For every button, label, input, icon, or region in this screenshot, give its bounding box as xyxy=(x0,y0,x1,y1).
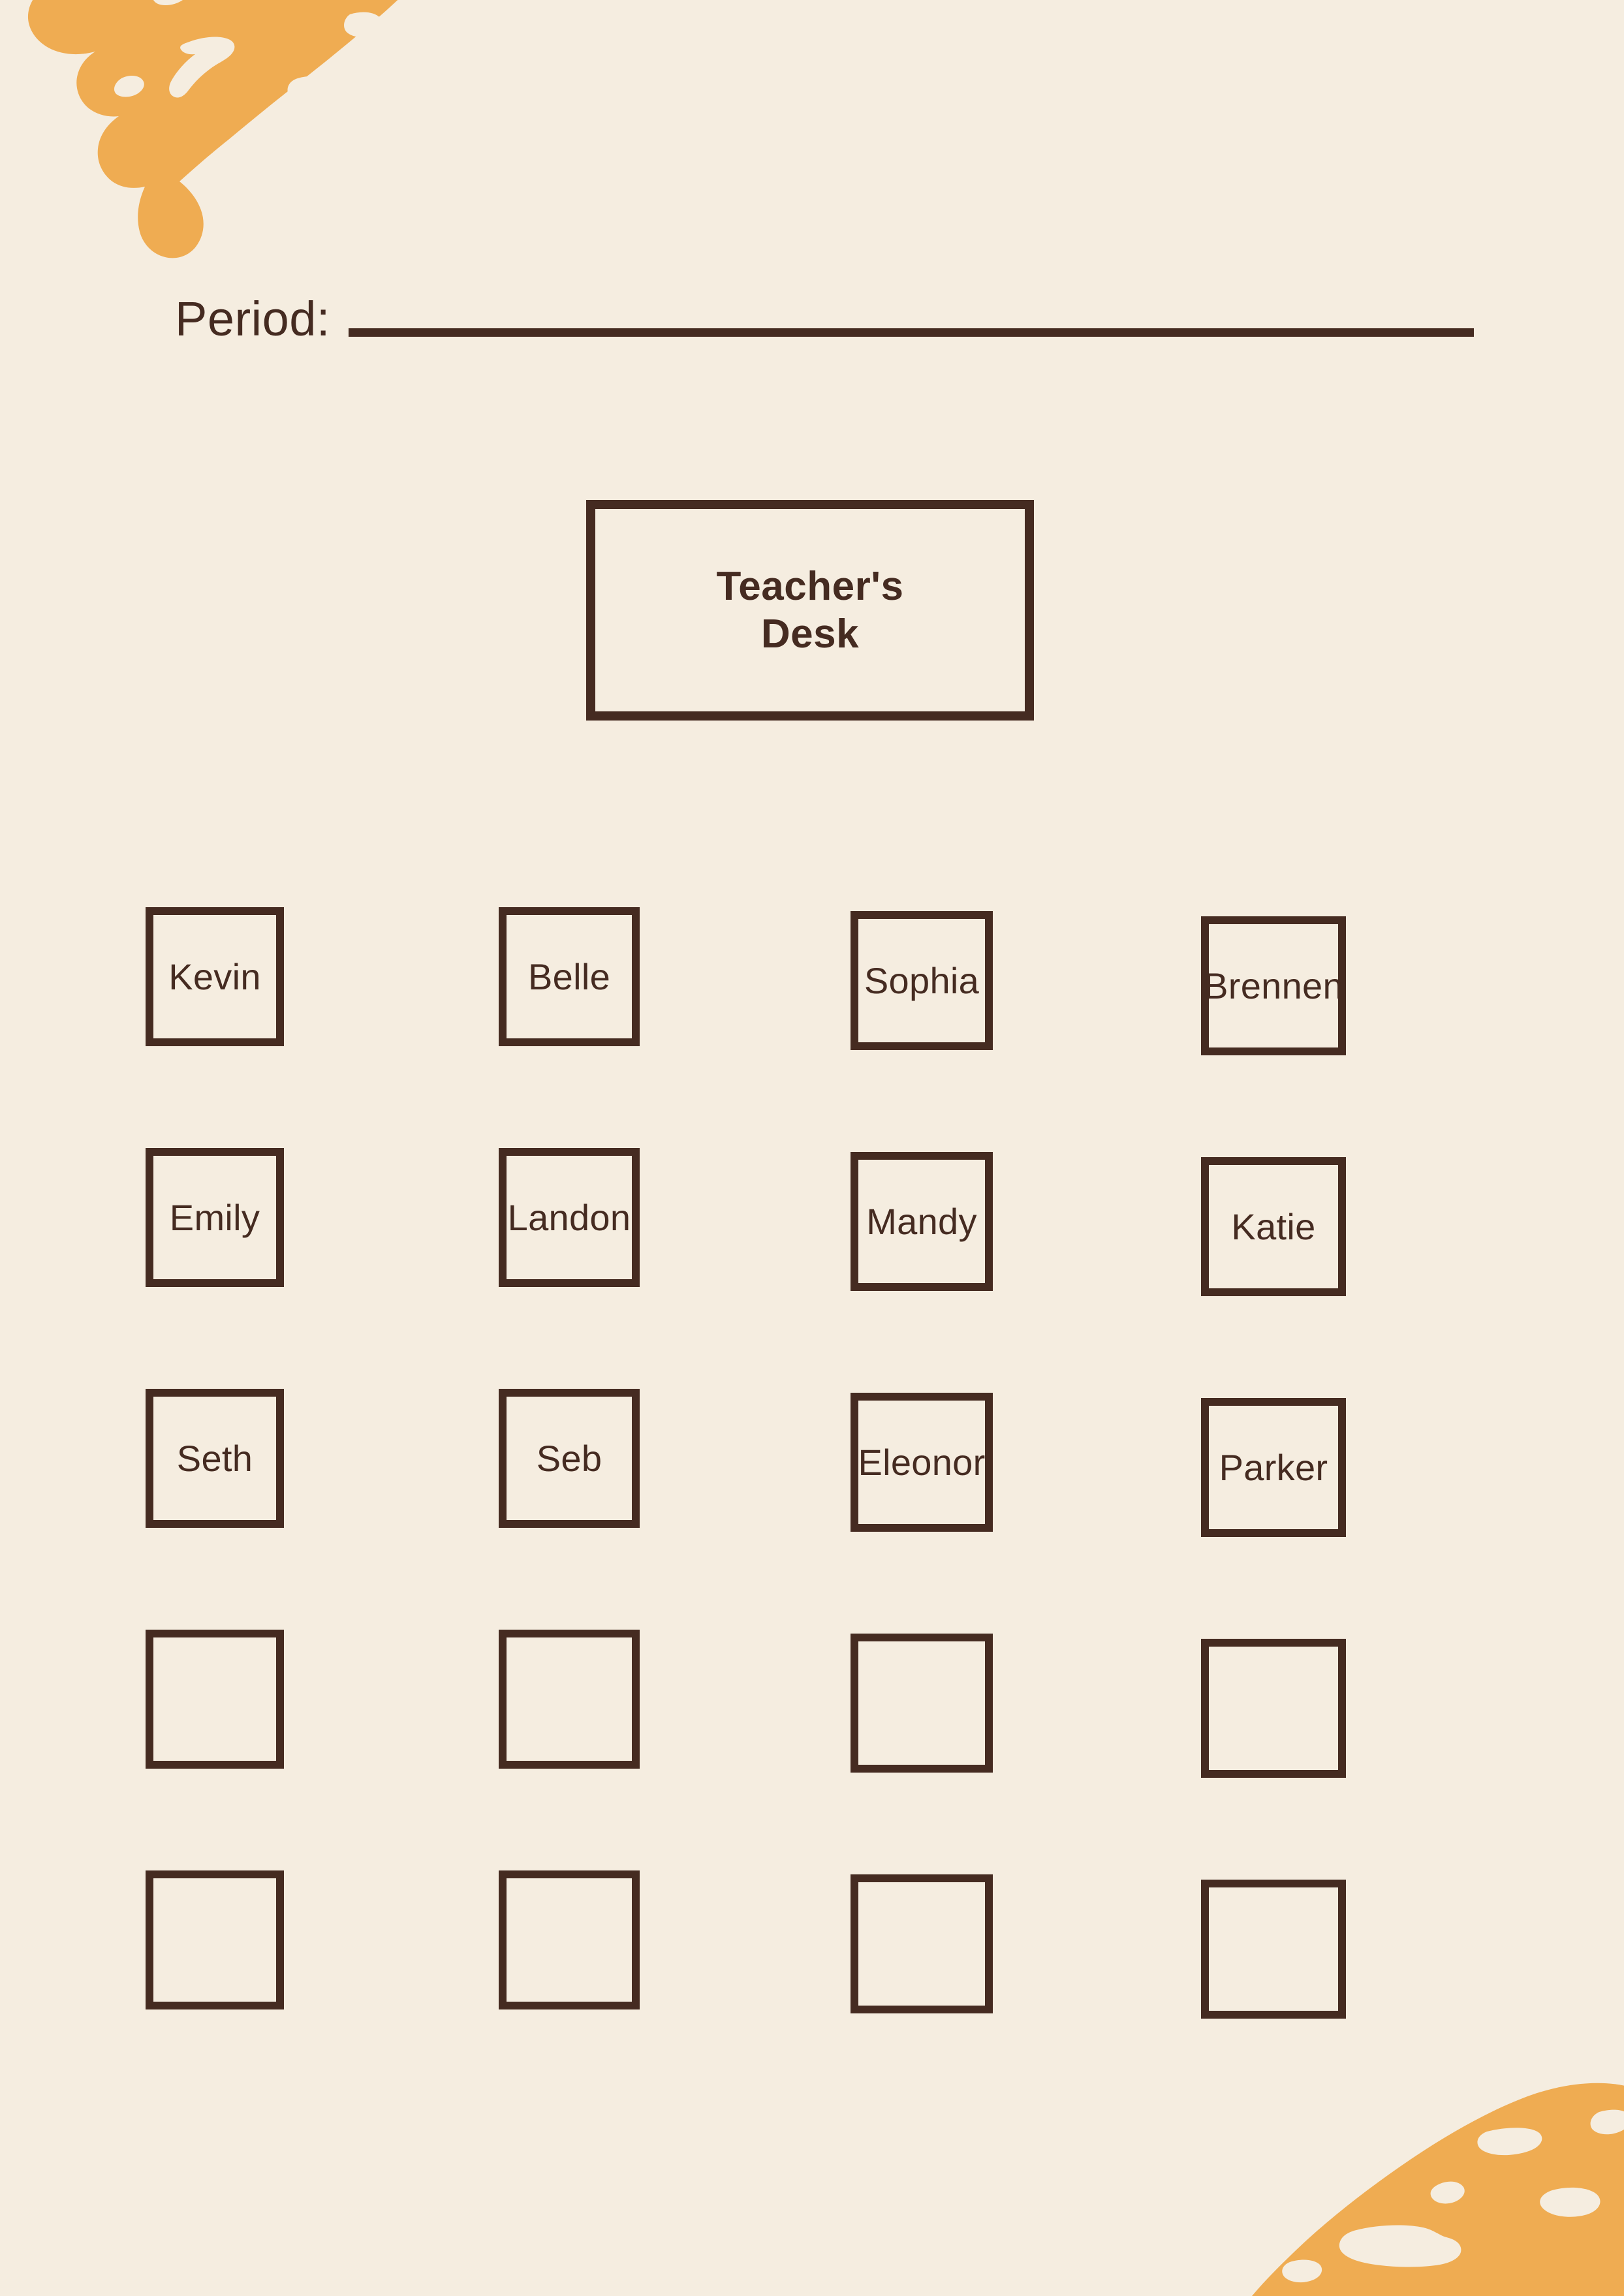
student-desk-label: Mandy xyxy=(866,1200,977,1242)
student-desk-sophia[interactable]: Sophia xyxy=(851,911,993,1050)
student-desk-label: Belle xyxy=(527,955,611,997)
student-desk-kevin[interactable]: Kevin xyxy=(146,907,284,1046)
student-desk-empty[interactable] xyxy=(499,1630,640,1769)
student-desk-katie[interactable]: Katie xyxy=(1201,1157,1346,1296)
student-desk-label: Seth xyxy=(176,1437,253,1479)
student-desk-label: Seb xyxy=(536,1437,602,1479)
student-desk-empty[interactable] xyxy=(851,1634,993,1773)
student-desk-seth[interactable]: Seth xyxy=(146,1389,284,1528)
student-desk-label: Parker xyxy=(1219,1446,1328,1488)
student-desk-landon[interactable]: Landon xyxy=(499,1148,640,1287)
student-desk-empty[interactable] xyxy=(499,1870,640,2009)
student-desk-label: Sophia xyxy=(864,959,980,1001)
student-desk-parker[interactable]: Parker xyxy=(1201,1398,1346,1537)
student-desk-seb[interactable]: Seb xyxy=(499,1389,640,1528)
student-desk-emily[interactable]: Emily xyxy=(146,1148,284,1287)
student-desk-mandy[interactable]: Mandy xyxy=(851,1152,993,1291)
student-desk-grid: Kevin Belle Sophia Brennen Emily Landon Mandy K… xyxy=(0,0,1624,2289)
student-desk-empty[interactable] xyxy=(146,1870,284,2009)
student-desk-eleonor[interactable]: Eleonor xyxy=(851,1393,993,1532)
student-desk-empty[interactable] xyxy=(851,1874,993,2013)
student-desk-empty[interactable] xyxy=(146,1630,284,1769)
student-desk-label: Landon xyxy=(507,1196,631,1238)
student-desk-empty[interactable] xyxy=(1201,1639,1346,1778)
student-desk-label: Katie xyxy=(1231,1205,1316,1247)
student-desk-belle[interactable]: Belle xyxy=(499,907,640,1046)
student-desk-label: Eleonor xyxy=(858,1441,986,1483)
student-desk-label: Brennen xyxy=(1204,965,1343,1006)
student-desk-brennen[interactable]: Brennen xyxy=(1201,916,1346,1055)
student-desk-empty[interactable] xyxy=(1201,1880,1346,2019)
student-desk-label: Kevin xyxy=(168,955,261,997)
student-desk-label: Emily xyxy=(169,1196,260,1238)
